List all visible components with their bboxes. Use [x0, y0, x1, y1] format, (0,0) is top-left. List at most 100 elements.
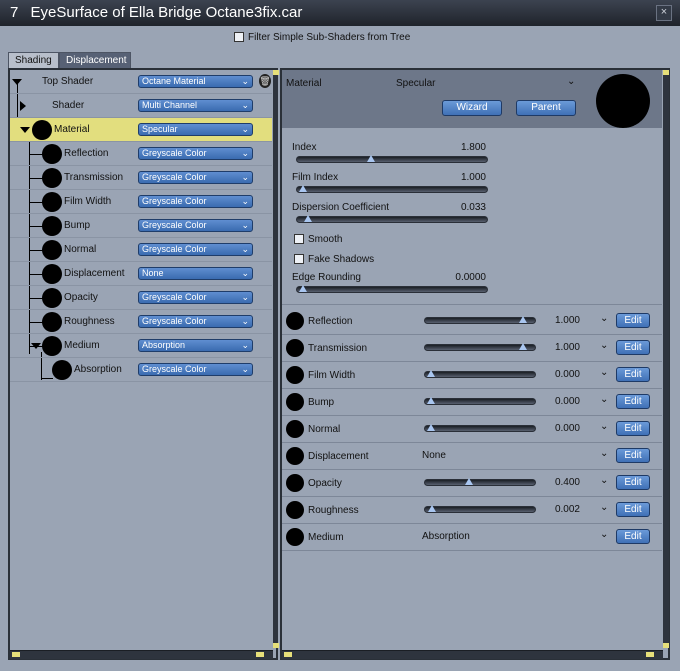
- tree-row-displacement[interactable]: Displacement None ⌄: [10, 262, 272, 286]
- tree-row-shader[interactable]: Shader Multi Channel ⌄: [10, 94, 272, 118]
- channel-ball-icon[interactable]: [286, 447, 304, 465]
- edit-button[interactable]: Edit: [616, 367, 650, 382]
- channel-row-medium[interactable]: Medium Absorption ⌄ Edit: [282, 524, 662, 551]
- channel-slider[interactable]: [424, 316, 536, 324]
- edit-button[interactable]: Edit: [616, 313, 650, 328]
- scroll-right-handle[interactable]: [646, 652, 654, 657]
- edit-button[interactable]: Edit: [616, 394, 650, 409]
- edit-button[interactable]: Edit: [616, 340, 650, 355]
- film-index-slider[interactable]: [296, 185, 488, 193]
- channel-ball-icon[interactable]: [286, 366, 304, 384]
- expand-arrow-icon[interactable]: [31, 343, 41, 349]
- scroll-right-handle[interactable]: [256, 652, 264, 657]
- chevron-down-icon[interactable]: ⌄: [600, 502, 608, 513]
- tab-shading[interactable]: Shading: [8, 52, 59, 68]
- dispersion-slider[interactable]: [296, 215, 488, 223]
- tree-row-film-width[interactable]: Film Width Greyscale Color ⌄: [10, 190, 272, 214]
- edge-rounding-slider[interactable]: [296, 285, 488, 293]
- channel-row-opacity[interactable]: Opacity 0.400 ⌄ Edit: [282, 470, 662, 497]
- channel-slider[interactable]: [424, 343, 536, 351]
- channel-slider[interactable]: [424, 478, 536, 486]
- trash-icon[interactable]: 🗑: [259, 74, 271, 88]
- bump-dropdown[interactable]: Greyscale Color ⌄: [138, 219, 253, 232]
- channel-ball-icon[interactable]: [286, 420, 304, 438]
- edit-button[interactable]: Edit: [616, 421, 650, 436]
- scroll-left-handle[interactable]: [284, 652, 292, 657]
- slider-knob[interactable]: [304, 215, 313, 222]
- chevron-down-icon[interactable]: ⌄: [600, 475, 608, 486]
- channel-row-transmission[interactable]: Transmission 1.000 ⌄ Edit: [282, 335, 662, 362]
- channel-slider[interactable]: [424, 505, 536, 513]
- tree-row-transmission[interactable]: Transmission Greyscale Color ⌄: [10, 166, 272, 190]
- channel-ball-icon[interactable]: [286, 339, 304, 357]
- chevron-down-icon[interactable]: ⌄: [567, 76, 575, 87]
- tab-displacement[interactable]: Displacement: [59, 52, 131, 68]
- absorption-dropdown[interactable]: Greyscale Color ⌄: [138, 363, 253, 376]
- edit-button[interactable]: Edit: [616, 475, 650, 490]
- smooth-checkbox[interactable]: [294, 234, 304, 245]
- close-button[interactable]: ×: [656, 5, 672, 21]
- filter-simple-subshaders[interactable]: Filter Simple Sub-Shaders from Tree: [234, 32, 410, 46]
- channel-slider[interactable]: [424, 424, 536, 432]
- edit-button[interactable]: Edit: [616, 502, 650, 517]
- chevron-down-icon[interactable]: ⌄: [600, 394, 608, 405]
- left-horizontal-scrollbar[interactable]: [10, 650, 273, 659]
- material-dropdown[interactable]: Specular ⌄: [138, 123, 253, 136]
- channel-ball-icon[interactable]: [286, 312, 304, 330]
- edit-button[interactable]: Edit: [616, 448, 650, 463]
- filter-checkbox[interactable]: [234, 32, 244, 43]
- parent-button[interactable]: Parent: [516, 100, 576, 116]
- opacity-dropdown[interactable]: Greyscale Color ⌄: [138, 291, 253, 304]
- shader-dropdown[interactable]: Multi Channel ⌄: [138, 99, 253, 112]
- channel-row-roughness[interactable]: Roughness 0.002 ⌄ Edit: [282, 497, 662, 524]
- scroll-up-handle[interactable]: [273, 70, 279, 75]
- channel-ball-icon[interactable]: [286, 393, 304, 411]
- edit-button[interactable]: Edit: [616, 529, 650, 544]
- scroll-left-handle[interactable]: [12, 652, 20, 657]
- medium-dropdown[interactable]: Absorption ⌄: [138, 339, 253, 352]
- right-horizontal-scrollbar[interactable]: [282, 650, 663, 659]
- transmission-dropdown[interactable]: Greyscale Color ⌄: [138, 171, 253, 184]
- wizard-button[interactable]: Wizard: [442, 100, 502, 116]
- material-type[interactable]: Specular: [396, 78, 435, 89]
- chevron-down-icon[interactable]: ⌄: [600, 340, 608, 351]
- slider-knob[interactable]: [519, 316, 527, 323]
- chevron-down-icon[interactable]: ⌄: [600, 529, 608, 540]
- channel-ball-icon[interactable]: [286, 501, 304, 519]
- chevron-down-icon[interactable]: ⌄: [600, 313, 608, 324]
- slider-knob[interactable]: [427, 397, 435, 404]
- slider-knob[interactable]: [428, 505, 436, 512]
- slider-knob[interactable]: [299, 285, 307, 292]
- channel-row-normal[interactable]: Normal 0.000 ⌄ Edit: [282, 416, 662, 443]
- tree-row-reflection[interactable]: Reflection Greyscale Color ⌄: [10, 142, 272, 166]
- channel-row-displacement[interactable]: Displacement None ⌄ Edit: [282, 443, 662, 470]
- film-width-dropdown[interactable]: Greyscale Color ⌄: [138, 195, 253, 208]
- tree-row-bump[interactable]: Bump Greyscale Color ⌄: [10, 214, 272, 238]
- left-vertical-scrollbar[interactable]: [273, 70, 279, 648]
- slider-knob[interactable]: [299, 185, 307, 192]
- channel-row-reflection[interactable]: Reflection 1.000 ⌄ Edit: [282, 308, 662, 335]
- roughness-dropdown[interactable]: Greyscale Color ⌄: [138, 315, 253, 328]
- slider-knob[interactable]: [367, 155, 376, 162]
- slider-knob[interactable]: [519, 343, 527, 350]
- smooth-option[interactable]: Smooth: [294, 234, 342, 245]
- tree-row-medium[interactable]: Medium Absorption ⌄: [10, 334, 272, 358]
- tree-row-opacity[interactable]: Opacity Greyscale Color ⌄: [10, 286, 272, 310]
- tree-row-roughness[interactable]: Roughness Greyscale Color ⌄: [10, 310, 272, 334]
- channel-row-film-width[interactable]: Film Width 0.000 ⌄ Edit: [282, 362, 662, 389]
- right-vertical-scrollbar[interactable]: [663, 70, 669, 648]
- expand-arrow-icon[interactable]: [12, 79, 22, 85]
- expand-arrow-icon[interactable]: [20, 127, 30, 133]
- normal-dropdown[interactable]: Greyscale Color ⌄: [138, 243, 253, 256]
- channel-ball-icon[interactable]: [286, 528, 304, 546]
- tree-row-top-shader[interactable]: Top Shader Octane Material ⌄ 🗑: [10, 70, 272, 94]
- index-slider[interactable]: [296, 155, 488, 163]
- chevron-down-icon[interactable]: ⌄: [600, 448, 608, 459]
- chevron-down-icon[interactable]: ⌄: [600, 367, 608, 378]
- slider-knob[interactable]: [465, 478, 473, 485]
- scroll-down-handle[interactable]: [663, 643, 669, 648]
- reflection-dropdown[interactable]: Greyscale Color ⌄: [138, 147, 253, 160]
- top-shader-dropdown[interactable]: Octane Material ⌄: [138, 75, 253, 88]
- channel-ball-icon[interactable]: [286, 474, 304, 492]
- tree-row-normal[interactable]: Normal Greyscale Color ⌄: [10, 238, 272, 262]
